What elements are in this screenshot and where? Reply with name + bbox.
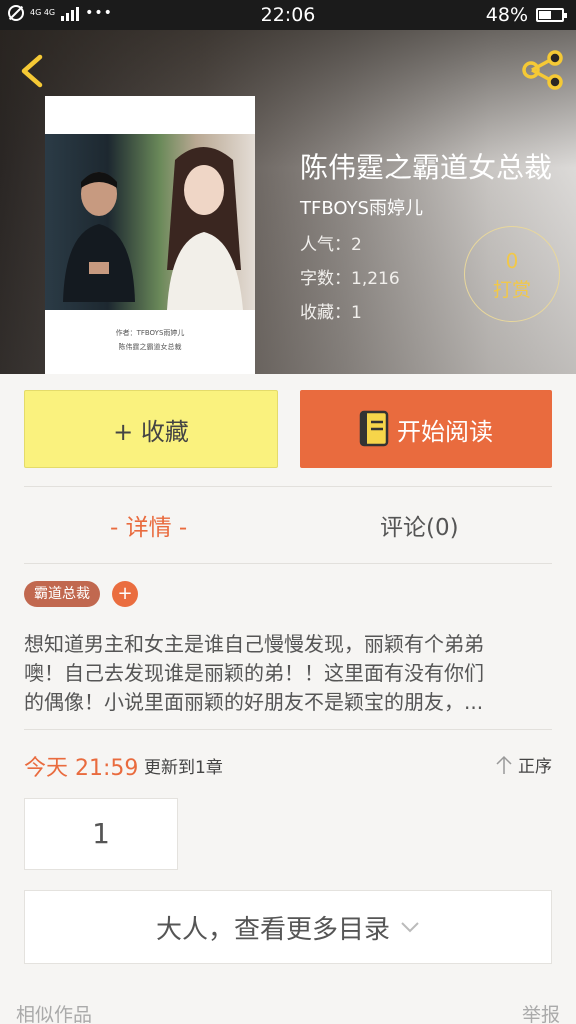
divider xyxy=(24,729,552,730)
tip-button[interactable]: 0 打赏 xyxy=(464,226,560,322)
tip-count: 0 xyxy=(505,249,519,273)
battery-icon xyxy=(536,8,567,22)
arrow-up-icon xyxy=(496,755,512,774)
chevron-left-icon[interactable] xyxy=(18,54,48,88)
description-line: 想知道男主和女主是谁自己慢慢发现，丽颖有个弟弟 xyxy=(24,632,484,656)
favorites-stat: 收藏：1 xyxy=(300,303,362,323)
status-right: 48% xyxy=(485,4,567,26)
view-more-chapters-button[interactable]: 大人，查看更多目录 xyxy=(24,890,552,964)
book-author[interactable]: TFBOYS雨婷儿 xyxy=(300,194,423,220)
tab-details[interactable]: - 详情 - xyxy=(110,508,187,542)
cover-photo xyxy=(45,134,255,310)
popularity-stat: 人气：2 xyxy=(300,235,362,255)
cover-title: 陈伟霆之霸道女总裁 xyxy=(118,343,182,351)
description-line: 噢！自己去发现谁是丽颖的弟！！这里面有没有你们 xyxy=(24,661,484,685)
start-reading-label: 开始阅读 xyxy=(397,417,493,446)
status-bar: 4G 4G ••• 22:06 48% xyxy=(0,0,576,30)
report-link[interactable]: 举报 xyxy=(522,1000,560,1024)
chevron-down-icon xyxy=(401,922,419,933)
word-count-stat: 字数：1,216 xyxy=(300,269,400,289)
update-info: 更新到1章 xyxy=(144,758,223,778)
cover-author: 作者：TFBOYS雨婷儿 xyxy=(115,329,185,337)
tab-comments[interactable]: 评论(0) xyxy=(380,508,459,542)
cover-figure-man xyxy=(63,172,135,302)
book-description[interactable]: 想知道男主和女主是谁自己慢慢发现，丽颖有个弟弟 噢！自己去发现谁是丽颖的弟！！这… xyxy=(24,630,554,717)
genre-tag[interactable]: 霸道总裁 xyxy=(24,581,100,607)
update-time: 今天 21:59 xyxy=(24,756,139,781)
divider xyxy=(24,563,552,564)
book-cover[interactable]: 作者：TFBOYS雨婷儿 陈伟霆之霸道女总裁 xyxy=(45,96,255,374)
view-more-label: 大人，查看更多目录 xyxy=(155,914,390,945)
chapter-item[interactable]: 1 xyxy=(24,798,178,870)
description-line: 的偶像！小说里面丽颖的好朋友不是颖宝的朋友，... xyxy=(24,690,484,714)
share-icon[interactable] xyxy=(520,50,564,90)
sort-toggle[interactable]: 正序 xyxy=(494,752,552,777)
tip-label: 打赏 xyxy=(492,279,531,301)
book-icon xyxy=(359,410,389,447)
divider xyxy=(24,486,552,487)
add-tag-button[interactable]: + xyxy=(112,581,138,607)
start-reading-button[interactable]: 开始阅读 xyxy=(300,390,552,468)
add-favorite-label: + 收藏 xyxy=(113,417,189,446)
sort-label: 正序 xyxy=(518,757,552,777)
cover-figure-woman xyxy=(167,147,243,310)
add-favorite-button[interactable]: + 收藏 xyxy=(24,390,278,468)
book-header: 作者：TFBOYS雨婷儿 陈伟霆之霸道女总裁 陈伟霆之霸道女总裁 TFBOYS雨… xyxy=(0,30,576,374)
battery-percent: 48% xyxy=(485,4,528,26)
similar-works-heading: 相似作品 xyxy=(16,1004,93,1024)
book-title: 陈伟霆之霸道女总裁 xyxy=(300,151,553,184)
